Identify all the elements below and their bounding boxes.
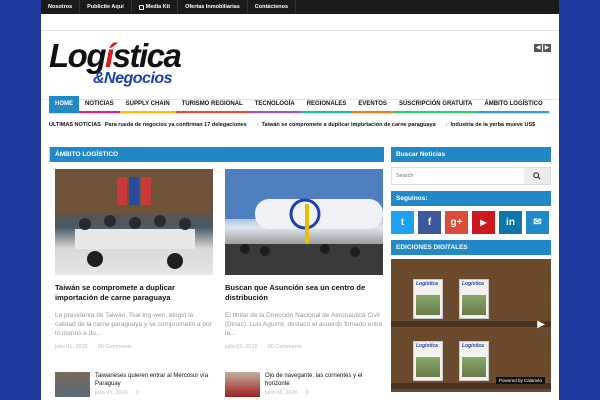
article-meta: julio 01, 2016 00 Comments — [55, 344, 213, 350]
featured-cards: Taiwán se compromete a duplicar importac… — [55, 169, 383, 350]
magazine-cover[interactable]: Logística — [413, 279, 443, 319]
small-articles: Taiwaneses quieren entrar al Mercosur ví… — [55, 372, 383, 397]
social-icons: t f g+ ▶ in ✉ — [391, 211, 551, 234]
search-form — [391, 167, 551, 185]
article-thumb[interactable] — [225, 372, 260, 397]
magazine-cover[interactable]: Logística — [413, 341, 443, 381]
sidebar: Buscar Noticias Seguinos: t f g+ ▶ in ✉ … — [391, 147, 551, 392]
topbar-link-nosotros[interactable]: Nosotros — [41, 0, 81, 14]
logo-line2: &Negocios — [93, 70, 173, 87]
editions-widget-title: EDICIONES DIGITALES — [391, 240, 551, 255]
list-item-date: julio 06, 2016 — [265, 390, 298, 396]
magazine-title: Logística — [462, 281, 484, 287]
article-comments[interactable]: 00 Comments — [268, 344, 302, 350]
article-date: julio 01, 2016 — [55, 344, 88, 350]
article-excerpt: La presidenta de Taiwán, Tsai Ing-wen, e… — [55, 312, 212, 337]
magazine-title: Logística — [416, 343, 438, 349]
ticker-item[interactable]: Para rueda de negocios ya confirman 17 d… — [105, 122, 247, 128]
digital-editions-shelf[interactable]: Logística Logística Logística Logística … — [391, 259, 551, 392]
search-input[interactable] — [392, 168, 524, 184]
shelf — [391, 321, 551, 327]
main-content: ÁMBITO LOGÍSTICO Taiwán se compromete a … — [49, 147, 384, 400]
topbar-link-ofertas[interactable]: Ofertas Inmobiliarias — [178, 0, 248, 14]
search-icon — [533, 172, 541, 180]
nav-ambito-logistico[interactable]: ÁMBITO LOGÍSTICO — [478, 96, 549, 113]
topbar-link-contactenos[interactable]: Contáctenos — [248, 0, 297, 14]
topbar-link-publicite[interactable]: Publicite Aquí — [80, 0, 132, 14]
nav-supply-chain[interactable]: SUPPLY CHAIN — [119, 96, 176, 113]
nav-tecnologia[interactable]: TECNOLOGÍA — [248, 96, 301, 113]
chevron-right-icon: › — [445, 122, 448, 128]
search-button[interactable] — [524, 168, 550, 184]
list-item-meta: julio 01, 2016 0 — [95, 390, 213, 396]
list-item-date: julio 01, 2016 — [95, 390, 128, 396]
ticker-item-text: Taiwán se compromete a duplicar importac… — [261, 122, 436, 128]
logo-line1: Logística — [49, 37, 182, 74]
nav-turismo-regional[interactable]: TURISMO REGIONAL — [175, 96, 249, 113]
linkedin-icon[interactable]: in — [499, 211, 522, 234]
ticker-item-text: Para rueda de negocios ya confirman 17 d… — [104, 122, 247, 128]
section-title: ÁMBITO LOGÍSTICO — [49, 147, 384, 162]
list-item-title[interactable]: Ojo de navegante: las corrientes y el ho… — [265, 372, 383, 388]
chevron-right-icon: › — [256, 122, 259, 128]
list-item-title[interactable]: Taiwaneses quieren entrar al Mercosur ví… — [95, 372, 213, 388]
magazine-title: Logística — [416, 281, 438, 287]
ticker-item[interactable]: Taiwán se compromete a duplicar importac… — [262, 122, 436, 128]
prev-arrow-icon[interactable]: ◀ — [534, 44, 542, 52]
magazine-cover[interactable]: Logística — [459, 279, 489, 319]
article-meta: julio 01, 2016 00 Comments — [225, 344, 383, 350]
site-logo[interactable]: Logística &Negocios — [49, 37, 182, 87]
article-comments[interactable]: 00 Comments — [98, 344, 132, 350]
ticker-item[interactable]: Industria de la yerba mueve US$ — [451, 122, 536, 128]
list-item-count: 0 — [135, 390, 139, 396]
article-date: julio 01, 2016 — [225, 344, 258, 350]
nav-regionales[interactable]: REGIONALES — [300, 96, 353, 113]
article-card: Buscan que Asunción sea un centro de dis… — [225, 169, 383, 350]
media-kit-label: Media Kit — [145, 4, 171, 10]
list-item-meta: julio 06, 2016 0 — [265, 390, 383, 396]
header: Logística &Negocios ◀ ▶ — [41, 30, 559, 100]
twitter-icon[interactable]: t — [391, 211, 414, 234]
powered-by-label: Powered by Calaméo — [495, 377, 545, 384]
nav-noticias[interactable]: NOTICIAS — [79, 96, 120, 113]
next-arrow-icon[interactable]: ▶ — [543, 44, 551, 52]
article-card: Taiwán se compromete a duplicar importac… — [55, 169, 213, 350]
article-image[interactable] — [55, 169, 213, 275]
youtube-icon[interactable]: ▶ — [472, 211, 495, 234]
meeting-photo — [55, 169, 213, 269]
google-plus-icon[interactable]: g+ — [445, 211, 468, 234]
header-arrows: ◀ ▶ — [534, 44, 551, 52]
search-widget-title: Buscar Noticias — [391, 147, 551, 162]
ticker-label: ULTIMAS NOTICIAS — [49, 122, 101, 128]
main-nav: HOME NOTICIAS SUPPLY CHAIN TURISMO REGIO… — [49, 96, 551, 114]
magazine-title: Logística — [462, 343, 484, 349]
ticker-item-text: Industria de la yerba mueve US$ — [450, 122, 536, 128]
media-kit-icon — [138, 4, 144, 10]
airplane-photo — [225, 169, 383, 275]
page-container: Logística &Negocios ◀ ▶ HOME NOTICIAS SU… — [41, 14, 559, 400]
article-excerpt: El titular de la Dirección Nacional de A… — [225, 312, 383, 337]
news-ticker: ULTIMAS NOTICIAS Para rueda de negocios … — [49, 119, 551, 131]
next-arrow-icon[interactable]: ▶ — [537, 319, 545, 330]
email-icon[interactable]: ✉ — [526, 211, 549, 234]
facebook-icon[interactable]: f — [418, 211, 441, 234]
social-widget-title: Seguinos: — [391, 191, 551, 206]
article-title[interactable]: Buscan que Asunción sea un centro de dis… — [225, 283, 383, 305]
top-bar: Nosotros Publicite Aquí Media Kit Oferta… — [41, 0, 559, 14]
nav-suscripcion[interactable]: SUSCRIPCIÓN GRATUITA — [392, 96, 479, 113]
article-thumb[interactable] — [55, 372, 90, 397]
list-item: Taiwaneses quieren entrar al Mercosur ví… — [55, 372, 213, 397]
magazine-cover[interactable]: Logística — [459, 341, 489, 381]
nav-home[interactable]: HOME — [49, 96, 79, 113]
list-item-count: 0 — [305, 390, 309, 396]
article-image[interactable] — [225, 169, 383, 275]
topbar-link-media-kit[interactable]: Media Kit — [132, 0, 179, 14]
list-item: Ojo de navegante: las corrientes y el ho… — [225, 372, 383, 397]
nav-eventos[interactable]: EVENTOS — [352, 96, 393, 113]
article-title[interactable]: Taiwán se compromete a duplicar importac… — [55, 283, 213, 305]
